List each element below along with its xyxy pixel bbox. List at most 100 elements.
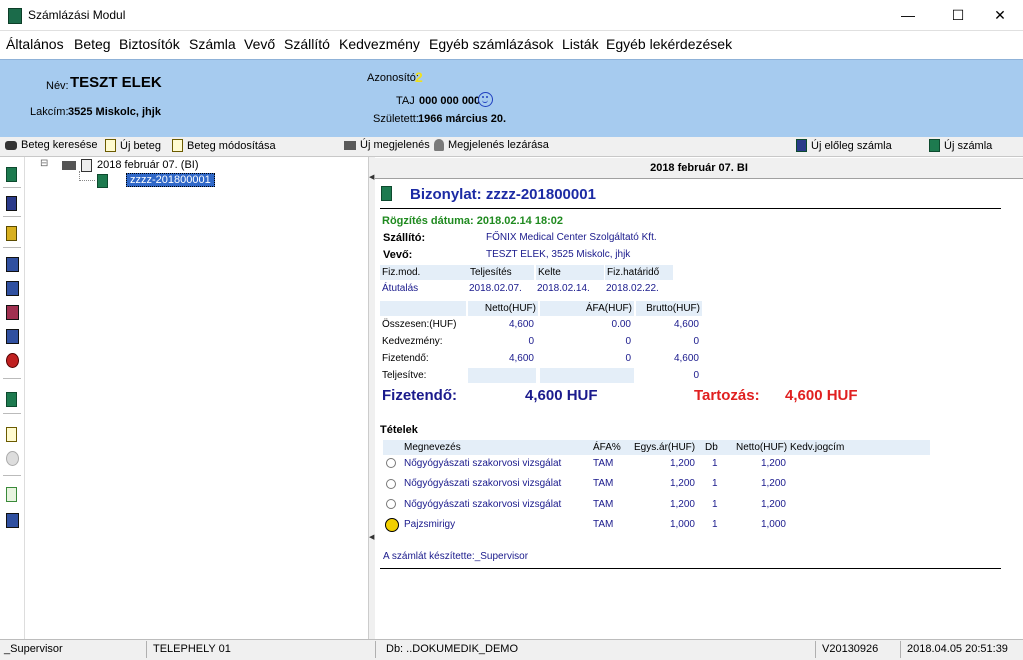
menu-bar: Általános Beteg Biztosítók Számla Vevő S… — [0, 31, 1023, 59]
supplier-value: FŐNIX Medical Center Szolgáltató Kft. — [486, 232, 657, 243]
collapse-arrow-icon[interactable]: ◀ — [369, 533, 374, 541]
new-document-icon — [105, 139, 116, 152]
item-qty: 1 — [712, 519, 718, 530]
invoice-detail-panel: 2018 február 07. BI Bizonylat: zzzz-2018… — [375, 157, 1023, 639]
patient-name: TESZT ELEK — [70, 74, 162, 91]
close-button[interactable]: ✕ — [977, 0, 1023, 30]
minimize-button[interactable]: — — [885, 0, 931, 30]
stethoscope-icon — [386, 499, 396, 509]
collapse-arrow-icon[interactable]: ◀ — [369, 173, 374, 181]
totals-vat: 0 — [625, 336, 631, 347]
invoice-icon[interactable] — [6, 167, 17, 182]
recorded-date: Rögzítés dátuma: 2018.02.14 18:02 — [382, 215, 563, 227]
tree-node-invoice[interactable]: zzzz-201800001 — [126, 173, 215, 187]
toolbar: Beteg keresése Új beteg Beteg módosítása… — [0, 137, 1023, 157]
status-user: _Supervisor — [4, 643, 63, 655]
patient-taj: 000 000 000 — [419, 95, 481, 107]
divider — [380, 568, 1001, 569]
menu-kedvezmeny[interactable]: Kedvezmény — [339, 36, 420, 52]
new-invoice-button[interactable]: Új számla — [929, 139, 992, 152]
pay-mode: Átutalás — [382, 283, 419, 294]
items-col-vat: ÁFA% — [593, 442, 621, 453]
gross-header: Brutto(HUF) — [636, 301, 702, 316]
items-col-disc: Kedv.jogcím — [790, 442, 845, 453]
payable-amount: 4,600 HUF — [525, 387, 598, 404]
birth-label: Született: — [373, 113, 419, 125]
edit-patient-button[interactable]: Beteg módosítása — [172, 139, 276, 152]
pay-perf-header: Teljesítés — [468, 265, 534, 280]
totals-net: 4,600 — [508, 353, 534, 364]
item-net: 1,200 — [760, 499, 786, 510]
menu-szamla[interactable]: Számla — [189, 36, 236, 52]
disabled-icon — [6, 451, 19, 466]
new-advance-invoice-button[interactable]: Új előleg számla — [796, 139, 892, 152]
totals-net: 4,600 — [508, 319, 534, 330]
menu-biztositok[interactable]: Biztosítók — [119, 36, 180, 52]
totals-label: Fizetendő: — [382, 353, 429, 364]
menu-egyeb-szamlazasok[interactable]: Egyéb számlázások — [429, 36, 554, 52]
pay-mode-header: Fiz.mod. — [380, 265, 468, 280]
document-icon[interactable] — [6, 392, 17, 407]
items-col-name: Megnevezés — [404, 442, 461, 453]
menu-szallito[interactable]: Szállító — [284, 36, 330, 52]
menu-vevo[interactable]: Vevő — [244, 36, 275, 52]
calculator-icon[interactable] — [6, 226, 17, 241]
vat-header: ÁFA(HUF) — [540, 301, 634, 316]
menu-altalanos[interactable]: Általános — [6, 36, 64, 52]
patient-birth: 1966 március 20. — [418, 113, 507, 125]
maximize-button[interactable]: ☐ — [935, 0, 981, 30]
tree-expander[interactable]: ⊟ — [40, 158, 48, 169]
item-net: 1,200 — [760, 478, 786, 489]
new-visit-button[interactable]: Új megjelenés — [344, 139, 430, 151]
item-qty: 1 — [712, 499, 718, 510]
list-icon[interactable] — [6, 257, 19, 272]
totals-net-cell — [468, 368, 536, 383]
list-edit-icon[interactable] — [6, 281, 19, 296]
close-visit-button[interactable]: Megjelenés lezárása — [434, 139, 549, 151]
list-print-icon[interactable] — [6, 329, 19, 344]
search-patient-button[interactable]: Beteg keresése — [5, 139, 97, 151]
item-net: 1,000 — [760, 519, 786, 530]
new-document-icon[interactable] — [6, 427, 17, 442]
list-delete-icon[interactable] — [6, 305, 19, 320]
radiation-icon — [385, 518, 399, 532]
status-db: Db: ..DOKUMEDIK_DEMO — [386, 643, 519, 655]
storno-icon[interactable] — [6, 353, 19, 368]
status-site: TELEPHELY 01 — [153, 643, 231, 655]
menu-listak[interactable]: Listák — [562, 36, 599, 52]
totals-vat: 0.00 — [611, 319, 631, 330]
made-by: A számlát készítette:_Supervisor — [383, 551, 529, 562]
supplier-label: Szállító: — [383, 232, 426, 244]
menu-beteg[interactable]: Beteg — [74, 36, 111, 52]
refresh-icon[interactable] — [6, 487, 17, 502]
menu-egyeb-lekerdezesek[interactable]: Egyéb lekérdezések — [606, 36, 732, 52]
lock-icon — [434, 139, 444, 151]
item-qty: 1 — [712, 478, 718, 489]
binoculars-icon — [5, 140, 17, 150]
buyer-label: Vevő: — [383, 249, 413, 261]
item-unit: 1,200 — [669, 499, 695, 510]
window-title: Számlázási Modul — [28, 8, 126, 22]
invoice-title: Bizonylat: zzzz-201800001 — [410, 186, 596, 203]
items-col-net: Netto(HUF) — [736, 442, 788, 453]
pay-due: 2018.02.22. — [606, 283, 659, 294]
totals-vat-cell — [540, 368, 634, 383]
app-icon — [8, 8, 22, 24]
invoice-icon — [97, 174, 108, 188]
totals-label: Teljesítve: — [382, 370, 427, 381]
debt-amount: 4,600 HUF — [785, 387, 858, 404]
calendar-icon — [81, 159, 92, 172]
totals-label: Kedvezmény: — [382, 336, 443, 347]
stethoscope-icon — [386, 458, 396, 468]
pay-due-header: Fiz.határidő — [605, 265, 673, 280]
net-header: Netto(HUF) — [468, 301, 538, 316]
totals-gross: 0 — [693, 370, 699, 381]
advance-invoice-icon[interactable] — [6, 196, 17, 211]
report-icon[interactable] — [6, 513, 19, 528]
item-vat: TAM — [593, 458, 614, 469]
tree-node-visit[interactable]: 2018 február 07. (BI) — [97, 159, 199, 171]
status-bar: _Supervisor TELEPHELY 01 Db: ..DOKUMEDIK… — [0, 639, 1023, 660]
item-unit: 1,000 — [669, 519, 695, 530]
patient-address: 3525 Miskolc, jhjk — [68, 106, 161, 118]
new-patient-button[interactable]: Új beteg — [105, 139, 161, 152]
